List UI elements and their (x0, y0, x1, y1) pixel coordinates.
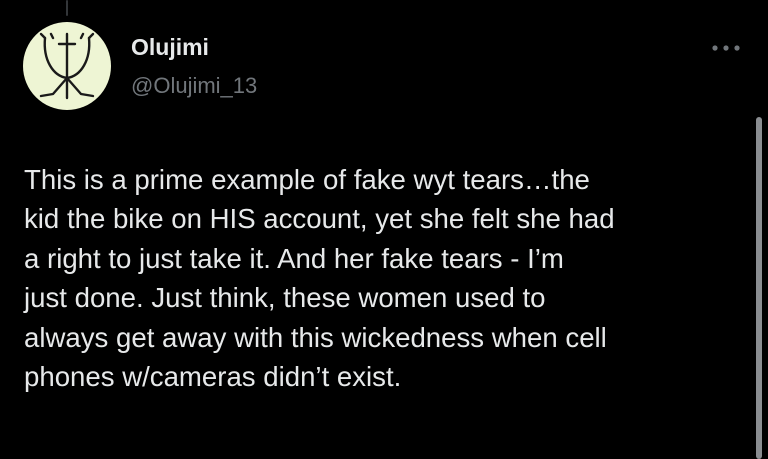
trident-symbol-icon (39, 32, 95, 100)
tweet-text-line: kid the bike on HIS account, yet she fel… (24, 203, 615, 235)
more-options-button[interactable] (706, 36, 746, 60)
tweet-text-line: always get away with this wickedness whe… (24, 321, 607, 353)
tweet-text-line: phones w/cameras didn’t exist. (24, 360, 402, 392)
author-display-name[interactable]: Olujimi (131, 33, 209, 61)
author-handle[interactable]: @Olujimi_13 (131, 72, 257, 100)
avatar[interactable] (23, 22, 111, 110)
tweet-text-line: a right to just take it. And her fake te… (24, 242, 564, 274)
thread-connector-line (66, 0, 68, 16)
scrollbar-thumb[interactable] (756, 117, 762, 459)
more-horizontal-icon (712, 45, 740, 51)
tweet-text: This is a prime example of fake wyt tear… (24, 160, 750, 396)
tweet-text-line: just done. Just think, these women used … (24, 282, 546, 314)
tweet-text-line: This is a prime example of fake wyt tear… (24, 164, 590, 195)
